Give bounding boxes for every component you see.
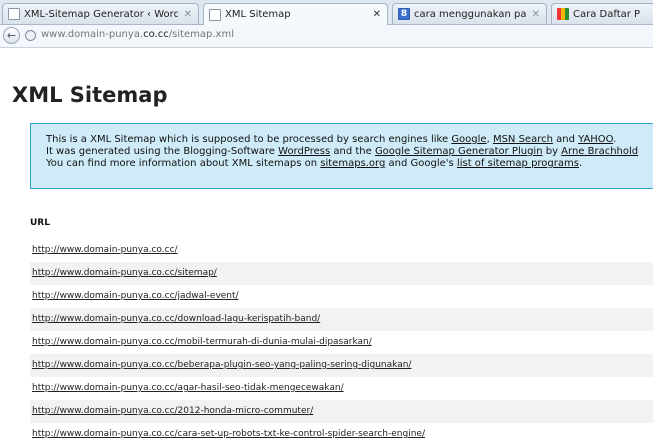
- tab-cara-daftar[interactable]: Cara Daftar P: [551, 3, 653, 24]
- table-row: http://www.domain-punya.co.cc/2012-honda…: [30, 400, 653, 423]
- sitemap-programs-link[interactable]: list of sitemap programs: [457, 158, 579, 169]
- colorful-icon: [557, 8, 569, 20]
- author-link[interactable]: Arne Brachhold: [561, 146, 638, 157]
- tab-label: XML Sitemap: [225, 9, 291, 20]
- address-bar: ← www.domain-punya.co.cc/sitemap.xml: [0, 25, 653, 48]
- table-row: http://www.domain-punya.co.cc/cara-set-u…: [30, 423, 653, 446]
- page-title: XML Sitemap: [12, 83, 168, 107]
- table-row: http://www.domain-punya.co.cc/jadwal-eve…: [30, 285, 653, 308]
- url-host: co.cc: [143, 29, 169, 40]
- page-icon: [209, 8, 221, 21]
- tab-label: XML-Sitemap Generator ‹ Word...: [24, 8, 178, 20]
- sitemap-url-link[interactable]: http://www.domain-punya.co.cc/jadwal-eve…: [32, 291, 239, 301]
- tab-strip: XML-Sitemap Generator ‹ Word... ✕ XML Si…: [0, 0, 653, 25]
- intro-line-2: It was generated using the Blogging-Soft…: [46, 146, 639, 157]
- table-row: http://www.domain-punya.co.cc/sitemap/: [30, 262, 653, 285]
- wordpress-link[interactable]: WordPress: [278, 146, 330, 157]
- sitemap-url-link[interactable]: http://www.domain-punya.co.cc/download-l…: [32, 314, 320, 324]
- sitemap-url-link[interactable]: http://www.domain-punya.co.cc/: [32, 245, 178, 255]
- table-row: http://www.domain-punya.co.cc/download-l…: [30, 308, 653, 331]
- sitemap-url-link[interactable]: http://www.domain-punya.co.cc/cara-set-u…: [32, 429, 425, 439]
- arrow-left-icon: ←: [6, 29, 17, 42]
- intro-line-1: This is a XML Sitemap which is supposed …: [46, 134, 617, 145]
- close-icon[interactable]: ✕: [184, 9, 192, 20]
- table-row: http://www.domain-punya.co.cc/beberapa-p…: [30, 354, 653, 377]
- sitemap-url-link[interactable]: http://www.domain-punya.co.cc/2012-honda…: [32, 406, 313, 416]
- tab-xml-sitemap-generator[interactable]: XML-Sitemap Generator ‹ Word... ✕: [2, 3, 199, 24]
- intro-line-3: You can find more information about XML …: [46, 158, 583, 169]
- table-row: http://www.domain-punya.co.cc/agar-hasil…: [30, 377, 653, 400]
- tab-label: Cara Daftar P: [573, 8, 641, 20]
- sitemap-url-link[interactable]: http://www.domain-punya.co.cc/agar-hasil…: [32, 383, 344, 393]
- google-icon: 8: [398, 8, 410, 20]
- intro-box: This is a XML Sitemap which is supposed …: [30, 123, 653, 189]
- sitemap-url-link[interactable]: http://www.domain-punya.co.cc/sitemap/: [32, 268, 217, 278]
- globe-icon: [25, 30, 36, 41]
- yahoo-link[interactable]: YAHOO: [578, 134, 613, 145]
- tab-google-search[interactable]: 8 cara menggunakan paket fufko... ✕: [392, 3, 547, 24]
- url-column-header: URL: [30, 218, 50, 228]
- tab-xml-sitemap[interactable]: XML Sitemap ✕: [203, 3, 388, 25]
- sitemap-plugin-link[interactable]: Google Sitemap Generator Plugin: [375, 146, 543, 157]
- google-link[interactable]: Google: [451, 134, 486, 145]
- close-icon[interactable]: ✕: [532, 9, 540, 20]
- sitemap-url-link[interactable]: http://www.domain-punya.co.cc/mobil-term…: [32, 337, 372, 347]
- msn-search-link[interactable]: MSN Search: [493, 134, 553, 145]
- sitemap-url-link[interactable]: http://www.domain-punya.co.cc/beberapa-p…: [32, 360, 411, 370]
- page-icon: [8, 8, 20, 20]
- sitemaps-org-link[interactable]: sitemaps.org: [320, 158, 385, 169]
- table-row: http://www.domain-punya.co.cc/mobil-term…: [30, 331, 653, 354]
- back-button[interactable]: ←: [3, 27, 20, 44]
- table-row: http://www.domain-punya.co.cc/: [30, 239, 653, 262]
- url-field[interactable]: www.domain-punya.co.cc/sitemap.xml: [41, 29, 234, 40]
- close-icon[interactable]: ✕: [373, 9, 381, 20]
- tab-label: cara menggunakan paket fufko...: [414, 8, 526, 20]
